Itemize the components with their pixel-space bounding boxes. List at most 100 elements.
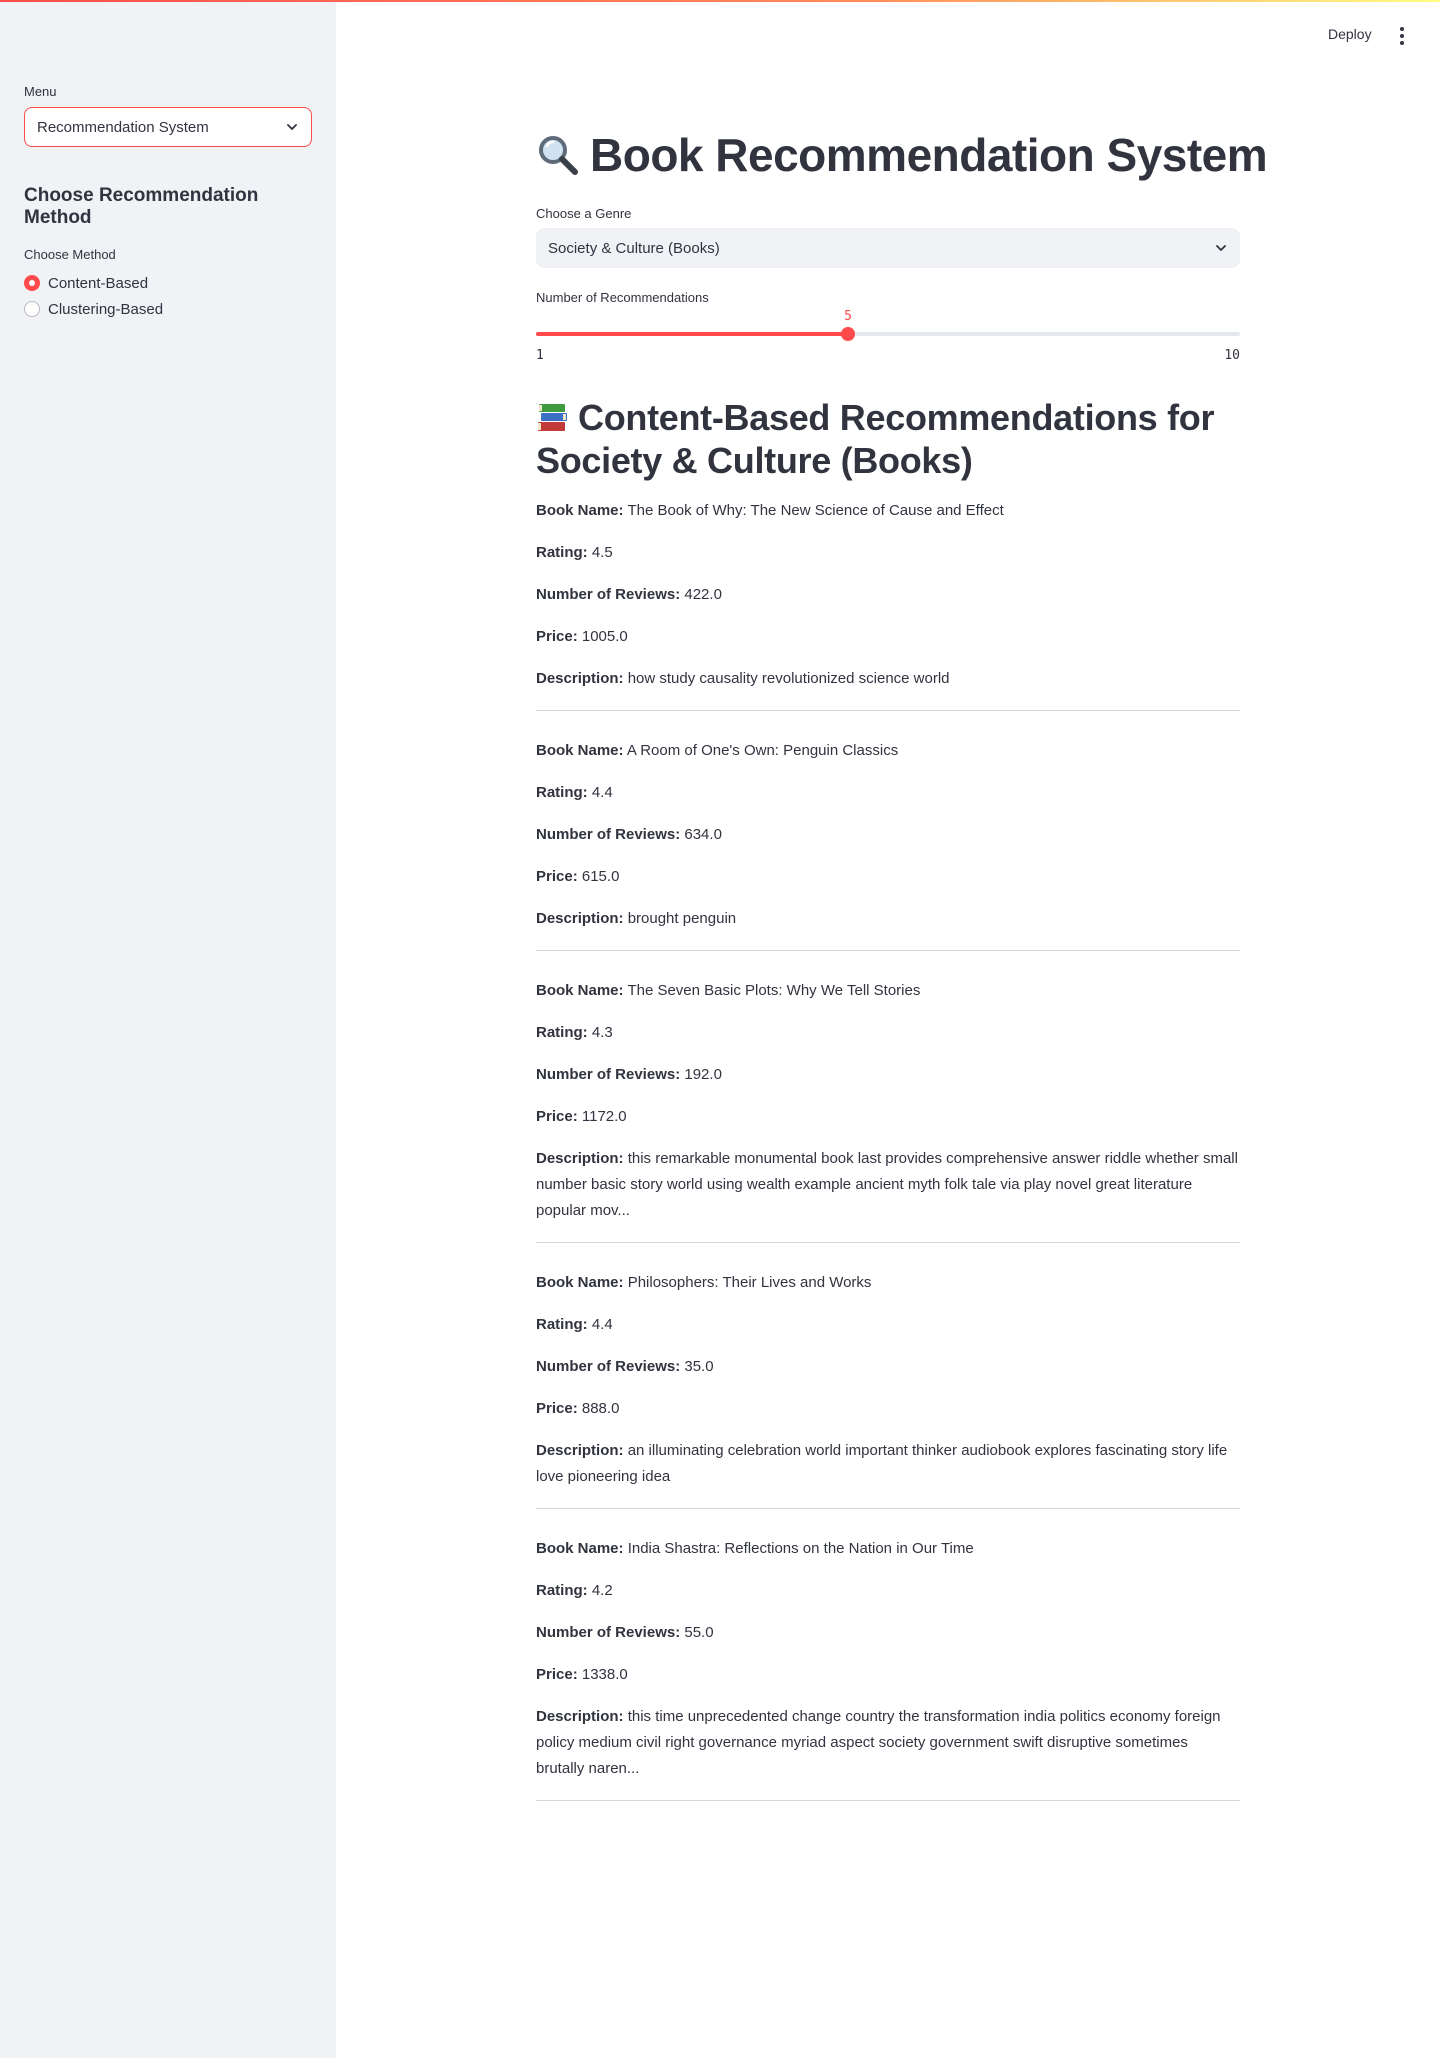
radio-label: Content-Based	[48, 274, 149, 292]
number-of-reviews-field: Number of Reviews: 422.0	[536, 582, 1240, 608]
genre-select-value: Society & Culture (Books)	[548, 239, 720, 257]
radio-content-based[interactable]: Content-Based	[24, 270, 312, 296]
book-entry: Book Name: The Book of Why: The New Scie…	[536, 498, 1240, 711]
price-label: Price:	[536, 868, 578, 885]
rating-field: Rating: 4.5	[536, 540, 1240, 566]
page-title: Book Recommendation System	[536, 128, 1268, 182]
book-name-value: Philosophers: Their Lives and Works	[627, 1274, 872, 1291]
rating-label: Rating:	[536, 544, 588, 561]
radio-selected-icon	[24, 275, 40, 291]
genre-label: Choose a Genre	[536, 206, 632, 221]
price-value: 888.0	[581, 1400, 620, 1417]
price-label: Price:	[536, 1666, 578, 1683]
price-field: Price: 615.0	[536, 864, 1240, 890]
book-entry: Book Name: The Seven Basic Plots: Why We…	[536, 978, 1240, 1243]
description-field: Description: an illuminating celebration…	[536, 1438, 1240, 1490]
magnifying-glass-icon	[539, 136, 578, 175]
description-field: Description: brought penguin	[536, 906, 1240, 932]
book-name-label: Book Name:	[536, 502, 624, 519]
slider-track[interactable]	[536, 332, 1240, 336]
number-of-reviews-label: Number of Reviews:	[536, 826, 681, 843]
chevron-down-icon	[287, 124, 297, 130]
price-value: 1005.0	[581, 628, 628, 645]
more-options-icon[interactable]	[1392, 22, 1412, 50]
description-field: Description: this remarkable monumental …	[536, 1146, 1240, 1224]
rating-field: Rating: 4.4	[536, 780, 1240, 806]
number-of-reviews-value: 192.0	[684, 1066, 722, 1083]
book-name-label: Book Name:	[536, 982, 624, 999]
number-of-reviews-label: Number of Reviews:	[536, 1358, 681, 1375]
description-value: this remarkable monumental book last pro…	[536, 1150, 1238, 1219]
menu-select[interactable]: Recommendation System	[24, 107, 312, 147]
description-value: this time unprecedented change country t…	[536, 1708, 1221, 1777]
price-field: Price: 888.0	[536, 1396, 1240, 1422]
description-label: Description:	[536, 670, 624, 687]
method-radio-group: Content-Based Clustering-Based	[24, 270, 312, 322]
deploy-button[interactable]: Deploy	[1322, 22, 1378, 46]
price-field: Price: 1338.0	[536, 1662, 1240, 1688]
number-of-reviews-field: Number of Reviews: 35.0	[536, 1354, 1240, 1380]
book-name-field: Book Name: The Book of Why: The New Scie…	[536, 498, 1240, 524]
divider	[536, 1800, 1240, 1801]
description-label: Description:	[536, 1150, 624, 1167]
book-name-value: A Room of One's Own: Penguin Classics	[626, 742, 899, 759]
recommendations-slider-label: Number of Recommendations	[536, 290, 709, 305]
book-entry: Book Name: India Shastra: Reflections on…	[536, 1536, 1240, 1801]
price-field: Price: 1005.0	[536, 624, 1240, 650]
radio-unselected-icon	[24, 301, 40, 317]
book-name-label: Book Name:	[536, 1274, 624, 1291]
divider	[536, 1242, 1240, 1243]
sidebar: Menu Recommendation System Choose Recomm…	[0, 0, 336, 2058]
radio-clustering-based[interactable]: Clustering-Based	[24, 296, 312, 322]
book-name-field: Book Name: A Room of One's Own: Penguin …	[536, 738, 1240, 764]
chevron-down-icon	[1216, 245, 1226, 251]
number-of-reviews-field: Number of Reviews: 192.0	[536, 1062, 1240, 1088]
divider	[536, 950, 1240, 951]
description-label: Description:	[536, 1708, 624, 1725]
book-name-value: The Seven Basic Plots: Why We Tell Stori…	[627, 982, 921, 999]
divider	[536, 1508, 1240, 1509]
slider-min-label: 1	[536, 348, 544, 363]
number-of-reviews-label: Number of Reviews:	[536, 586, 681, 603]
sidebar-heading: Choose Recommendation Method	[24, 185, 259, 228]
slider-max-label: 10	[1224, 348, 1240, 363]
book-name-label: Book Name:	[536, 1540, 624, 1557]
price-value: 615.0	[581, 868, 620, 885]
rating-label: Rating:	[536, 1582, 588, 1599]
rating-value: 4.4	[591, 1316, 613, 1333]
results-heading-text: Content-Based Recommendations for Societ…	[536, 397, 1215, 481]
book-name-value: The Book of Why: The New Science of Caus…	[627, 502, 1004, 519]
description-value: an illuminating celebration world import…	[536, 1442, 1228, 1485]
book-name-field: Book Name: India Shastra: Reflections on…	[536, 1536, 1240, 1562]
results-list: Book Name: The Book of Why: The New Scie…	[536, 498, 1240, 1828]
top-decoration-stripe	[0, 0, 1440, 2]
rating-value: 4.3	[591, 1024, 613, 1041]
slider-fill	[536, 332, 848, 336]
divider	[536, 710, 1240, 711]
description-label: Description:	[536, 1442, 624, 1459]
rating-value: 4.5	[591, 544, 613, 561]
book-name-field: Book Name: Philosophers: Their Lives and…	[536, 1270, 1240, 1296]
number-of-reviews-value: 634.0	[684, 826, 722, 843]
slider-thumb[interactable]	[841, 327, 855, 341]
number-of-reviews-value: 55.0	[684, 1624, 714, 1641]
menu-label: Menu	[24, 84, 57, 99]
results-heading: Content-Based Recommendations for Societ…	[536, 396, 1240, 482]
genre-select[interactable]: Society & Culture (Books)	[536, 228, 1240, 268]
menu-select-value: Recommendation System	[37, 118, 209, 136]
page-title-text: Book Recommendation System	[590, 129, 1268, 181]
description-value: brought penguin	[627, 910, 737, 927]
book-name-value: India Shastra: Reflections on the Nation…	[627, 1540, 974, 1557]
book-entry: Book Name: Philosophers: Their Lives and…	[536, 1270, 1240, 1509]
slider-current-value: 5	[844, 309, 852, 324]
book-name-field: Book Name: The Seven Basic Plots: Why We…	[536, 978, 1240, 1004]
price-label: Price:	[536, 1108, 578, 1125]
rating-label: Rating:	[536, 1316, 588, 1333]
number-of-reviews-value: 422.0	[684, 586, 722, 603]
number-of-reviews-field: Number of Reviews: 55.0	[536, 1620, 1240, 1646]
rating-field: Rating: 4.4	[536, 1312, 1240, 1338]
radio-label: Clustering-Based	[48, 300, 164, 318]
rating-label: Rating:	[536, 784, 588, 801]
price-field: Price: 1172.0	[536, 1104, 1240, 1130]
books-icon	[538, 404, 567, 431]
